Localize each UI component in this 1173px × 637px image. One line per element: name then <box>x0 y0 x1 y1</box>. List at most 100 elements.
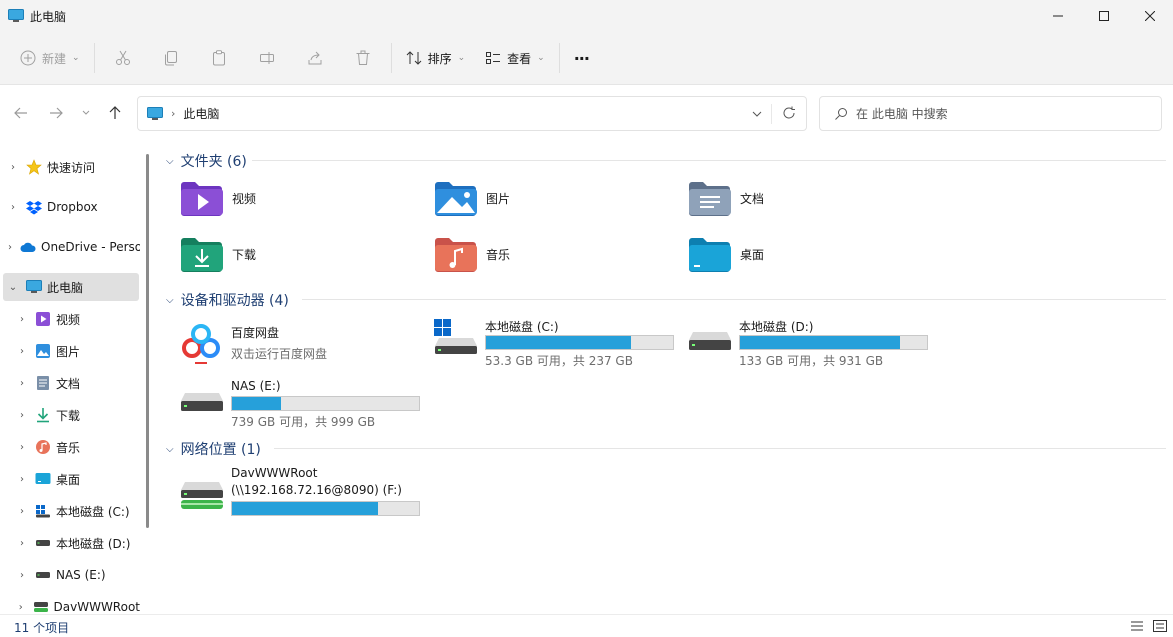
paste-button[interactable] <box>205 40 233 76</box>
back-button[interactable] <box>9 101 33 125</box>
window-title: 此电脑 <box>30 9 67 24</box>
chevron-down-icon: ⌄ <box>537 53 545 63</box>
network-drive-path: (\\192.168.72.16@8090) (F:) <box>231 483 402 497</box>
desktop-folder-icon <box>689 238 731 272</box>
item-count: 11 个项目 <box>14 621 70 635</box>
sidebar-item-videos[interactable]: › 视频 <box>0 305 140 333</box>
folder-tile-documents[interactable]: 文档 <box>688 180 764 216</box>
group-header-folders[interactable]: ⌵ 文件夹 (6) <box>166 151 247 171</box>
chevron-down-icon[interactable] <box>752 107 762 121</box>
share-button[interactable] <box>301 40 329 76</box>
chevron-right-icon[interactable]: › <box>8 162 18 173</box>
search-box[interactable] <box>819 96 1162 131</box>
windows-drive-icon <box>35 503 51 519</box>
chevron-right-icon[interactable]: › <box>8 202 18 213</box>
sidebar-item-label: 视频 <box>56 312 81 327</box>
folder-tile-music[interactable]: 音乐 <box>434 236 510 272</box>
content-pane: ⌵ 文件夹 (6) 视频 图片 文档 下载 音乐 桌面 ⌵ 设备和驱动器 (4)… <box>156 140 1173 614</box>
forward-button[interactable] <box>44 101 68 125</box>
sidebar-scrollbar[interactable] <box>146 154 149 528</box>
new-button[interactable]: 新建 ⌄ <box>10 40 90 76</box>
baidu-netdisk-tile[interactable]: 百度网盘 双击运行百度网盘 <box>178 318 327 368</box>
windows-drive-icon <box>434 319 477 354</box>
sidebar-item-this-pc[interactable]: ⌄ 此电脑 <box>3 273 139 301</box>
folder-tile-pictures[interactable]: 图片 <box>434 180 510 216</box>
breadcrumb-chevron-icon[interactable]: › <box>171 107 175 120</box>
drive-free-space: 133 GB 可用，共 931 GB <box>739 354 884 368</box>
chevron-right-icon[interactable]: › <box>17 506 27 517</box>
folder-label: 图片 <box>486 191 511 206</box>
chevron-right-icon[interactable]: › <box>17 442 27 453</box>
chevron-right-icon[interactable]: › <box>17 346 27 357</box>
more-label: ··· <box>573 48 590 68</box>
network-drive-icon <box>181 482 223 509</box>
chevron-right-icon[interactable]: › <box>17 378 27 389</box>
drive-tile-d[interactable]: 本地磁盘 (D:) 133 GB 可用，共 931 GB <box>687 318 937 370</box>
chevron-right-icon[interactable]: › <box>17 410 27 421</box>
details-view-button[interactable] <box>1129 619 1145 633</box>
search-input[interactable] <box>856 106 1156 121</box>
group-header-devices[interactable]: ⌵ 设备和驱动器 (4) <box>166 290 289 310</box>
sidebar-item-quick-access[interactable]: › 快速访问 <box>0 153 140 181</box>
folder-tile-downloads[interactable]: 下载 <box>180 236 256 272</box>
drive-free-space: 53.3 GB 可用，共 237 GB <box>485 354 633 368</box>
sidebar-item-drive-d[interactable]: › 本地磁盘 (D:) <box>0 529 140 557</box>
cut-button[interactable] <box>109 40 137 76</box>
pictures-folder-icon <box>35 343 51 359</box>
search-icon <box>835 107 847 120</box>
sidebar-item-nas[interactable]: › NAS (E:) <box>0 561 140 589</box>
rename-button[interactable] <box>253 40 281 76</box>
network-drive-tile[interactable]: DavWWWRoot (\\192.168.72.16@8090) (F:) <box>179 466 429 518</box>
tiles-view-button[interactable] <box>1152 619 1168 633</box>
maximize-button[interactable] <box>1081 0 1127 32</box>
sidebar-item-dropbox[interactable]: › Dropbox <box>0 193 140 221</box>
sidebar-item-music[interactable]: › 音乐 <box>0 433 140 461</box>
sidebar-item-drive-c[interactable]: › 本地磁盘 (C:) <box>0 497 140 525</box>
chevron-right-icon[interactable]: › <box>17 474 27 485</box>
chevron-right-icon[interactable]: › <box>17 538 27 549</box>
minimize-button[interactable] <box>1035 0 1081 32</box>
view-button[interactable]: 查看 ⌄ <box>475 40 555 76</box>
chevron-down-icon[interactable]: ⌄ <box>8 282 18 293</box>
folder-label: 音乐 <box>486 247 511 262</box>
more-options-button[interactable]: ··· <box>564 40 599 76</box>
delete-button[interactable] <box>349 40 377 76</box>
view-label: 查看 <box>507 51 532 66</box>
recent-locations-button[interactable] <box>74 101 98 125</box>
sidebar-item-davwwwroot[interactable]: › DavWWWRoot <box>0 593 140 614</box>
sidebar-item-label: 文档 <box>56 376 81 391</box>
breadcrumb-this-pc[interactable]: 此电脑 <box>183 105 219 122</box>
group-header-network[interactable]: ⌵ 网络位置 (1) <box>166 439 261 459</box>
sort-button[interactable]: 排序 ⌄ <box>396 40 476 76</box>
folder-tile-desktop[interactable]: 桌面 <box>688 236 764 272</box>
chevron-down-icon[interactable]: ⌵ <box>166 156 174 167</box>
address-bar[interactable]: › 此电脑 <box>137 96 807 131</box>
chevron-right-icon[interactable]: › <box>17 314 27 325</box>
close-button[interactable] <box>1127 0 1173 32</box>
this-pc-icon <box>147 106 163 120</box>
sidebar-item-label: 图片 <box>56 344 81 359</box>
chevron-right-icon[interactable]: › <box>8 242 12 253</box>
refresh-icon[interactable] <box>782 106 796 120</box>
sidebar-item-downloads[interactable]: › 下载 <box>0 401 140 429</box>
sidebar-item-onedrive[interactable]: › OneDrive - Personal <box>0 233 140 261</box>
chevron-right-icon[interactable]: › <box>17 602 25 613</box>
up-button[interactable] <box>103 101 127 125</box>
sidebar-item-desktop[interactable]: › 桌面 <box>0 465 140 493</box>
sidebar-item-pictures[interactable]: › 图片 <box>0 337 140 365</box>
folder-tile-videos[interactable]: 视频 <box>180 180 256 216</box>
sidebar-item-documents[interactable]: › 文档 <box>0 369 140 397</box>
toolbar-divider <box>558 43 560 73</box>
baidu-name: 百度网盘 <box>231 326 280 340</box>
download-icon <box>35 407 51 423</box>
chevron-down-icon[interactable]: ⌵ <box>166 444 174 455</box>
drive-tile-nas[interactable]: NAS (E:) 739 GB 可用，共 999 GB <box>179 379 429 431</box>
drive-usage-fill <box>232 502 378 515</box>
drive-tile-c[interactable]: 本地磁盘 (C:) 53.3 GB 可用，共 237 GB <box>433 318 683 370</box>
chevron-down-icon[interactable]: ⌵ <box>166 295 174 306</box>
sidebar-item-label: 此电脑 <box>47 280 84 295</box>
title-bar: 此电脑 <box>0 0 1173 32</box>
chevron-right-icon[interactable]: › <box>17 570 27 581</box>
copy-button[interactable] <box>157 40 185 76</box>
network-drive-icon <box>33 599 49 614</box>
